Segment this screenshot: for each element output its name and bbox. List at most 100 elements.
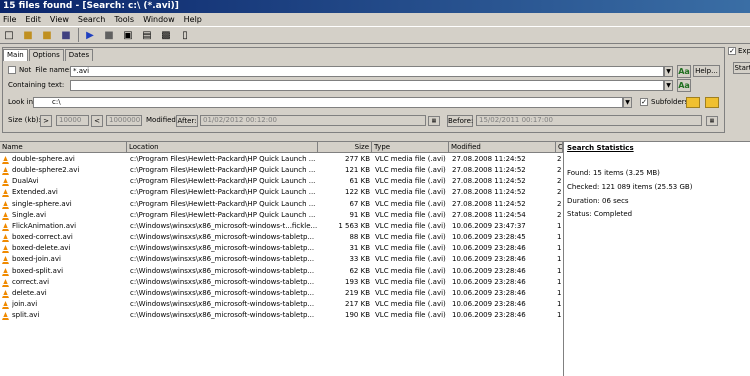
table-row[interactable]: single-sphere.avi c:\Program Files\Hewlet… [0, 199, 563, 210]
table-row[interactable]: DualAvi c:\Program Files\Hewlett-Packard\… [0, 176, 563, 187]
file-modified-cell: 10.06.2009 23:28:45 [452, 233, 526, 242]
file-name-cell: single-sphere.avi [12, 199, 72, 208]
vlc-file-icon [2, 278, 9, 287]
start-search-icon[interactable]: ▶ [83, 28, 97, 42]
file-size-cell: 1 563 KB [338, 221, 370, 230]
add-folder-icon[interactable] [705, 97, 719, 108]
not-checkbox[interactable] [8, 66, 16, 74]
table-row[interactable]: join.avi c:\Windows\winsxs\x86_microsoft-… [0, 299, 563, 310]
file-size-cell: 193 KB [345, 277, 370, 286]
menu-search[interactable]: Search [78, 15, 105, 24]
size-max-operator[interactable]: < [91, 115, 103, 127]
file-name-cell: join.avi [12, 299, 38, 308]
browse-folder-icon[interactable] [686, 97, 700, 108]
containing-text-case-button[interactable]: Aa [677, 79, 691, 92]
properties-icon[interactable]: ▤ [140, 28, 154, 42]
containing-text-input[interactable] [70, 80, 664, 91]
file-location-cell: c:\Windows\winsxs\x86_microsoft-windows-… [130, 288, 315, 297]
open-icon[interactable]: ■ [21, 28, 35, 42]
results-list[interactable]: Name Location Size Type Modified C doubl… [0, 141, 563, 376]
new-search-icon[interactable]: □ [2, 28, 16, 42]
table-row[interactable]: boxed-delete.avi c:\Windows\winsxs\x86_mi… [0, 243, 563, 254]
column-modified[interactable]: Modified [449, 142, 556, 153]
file-name-input[interactable]: *.avi [70, 66, 664, 77]
subfolders-checkbox[interactable]: ✓ [640, 98, 648, 106]
look-in-input[interactable]: c:\ [33, 97, 623, 108]
before-date-input[interactable]: 15/02/2011 00:17:00 [476, 115, 702, 126]
containing-text-dropdown[interactable]: ▼ [664, 80, 673, 91]
file-name-dropdown[interactable]: ▼ [664, 66, 673, 77]
stats-status: Status: Completed [567, 210, 633, 218]
book-icon[interactable]: ▯ [178, 28, 192, 42]
before-button[interactable]: Before: [447, 115, 473, 127]
vlc-file-icon [2, 167, 9, 176]
subfolders-row[interactable]: ✓ Subfolders [640, 98, 688, 106]
file-modified-cell: 10.06.2009 23:28:46 [452, 288, 526, 297]
file-size-cell: 31 KB [349, 244, 370, 253]
file-name-cell: boxed-split.avi [12, 266, 64, 275]
expand-row[interactable]: ✓ Exp [728, 47, 750, 55]
tab-main[interactable]: Main [3, 49, 28, 61]
file-size-cell: 190 KB [345, 311, 370, 320]
file-size-cell: 217 KB [345, 299, 370, 308]
file-modified-cell: 10.06.2009 23:47:37 [452, 221, 526, 230]
look-in-dropdown[interactable]: ▼ [623, 97, 632, 108]
menu-help[interactable]: Help [184, 15, 202, 24]
not-label: Not [19, 66, 32, 74]
size-min-input[interactable]: 10000 [56, 115, 89, 126]
after-date-input[interactable]: 01/02/2012 00:12:00 [200, 115, 426, 126]
save-icon[interactable]: ■ [59, 28, 73, 42]
look-in-label: Look in: [8, 98, 36, 106]
stats-checked: Checked: 121 089 items (25.53 GB) [567, 183, 693, 191]
column-location[interactable]: Location [127, 142, 318, 153]
menu-edit[interactable]: Edit [25, 15, 41, 24]
column-c[interactable]: C [556, 142, 563, 153]
size-min-operator[interactable]: > [40, 115, 52, 127]
menu-tools[interactable]: Tools [114, 15, 134, 24]
table-row[interactable]: double-sphere2.avi c:\Program Files\Hewle… [0, 165, 563, 176]
table-row[interactable]: boxed-join.avi c:\Windows\winsxs\x86_micr… [0, 254, 563, 265]
menu-window[interactable]: Window [143, 15, 175, 24]
file-modified-cell: 10.06.2009 23:28:46 [452, 244, 526, 253]
file-size-cell: 219 KB [345, 288, 370, 297]
start-button[interactable]: Start [733, 62, 750, 74]
table-row[interactable]: split.avi c:\Windows\winsxs\x86_microsoft… [0, 310, 563, 321]
table-row[interactable]: delete.avi c:\Windows\winsxs\x86_microsof… [0, 288, 563, 299]
file-modified-cell: 27.08.2008 11:24:52 [452, 188, 526, 197]
after-button[interactable]: After: [176, 115, 198, 127]
size-max-input[interactable]: 1000000 [106, 115, 142, 126]
table-row[interactable]: correct.avi c:\Windows\winsxs\x86_microso… [0, 277, 563, 288]
file-name-case-button[interactable]: Aa [677, 65, 691, 78]
print-icon[interactable]: ▩ [159, 28, 173, 42]
menu-view[interactable]: View [50, 15, 69, 24]
file-type-cell: VLC media file (.avi) [375, 199, 446, 208]
table-row[interactable]: boxed-correct.avi c:\Windows\winsxs\x86_m… [0, 232, 563, 243]
not-checkbox-row[interactable]: Not File name: [8, 66, 71, 74]
column-type[interactable]: Type [372, 142, 449, 153]
file-size-cell: 62 KB [349, 266, 370, 275]
file-modified-cell: 27.08.2008 11:24:52 [452, 155, 526, 163]
file-type-cell: VLC media file (.avi) [375, 155, 446, 163]
menu-bar: File Edit View Search Tools Window Help [0, 13, 750, 26]
file-size-cell: 88 KB [349, 233, 370, 242]
stop-search-icon[interactable]: ■ [102, 28, 116, 42]
menu-file[interactable]: File [3, 15, 16, 24]
file-modified-cell: 10.06.2009 23:28:46 [452, 266, 526, 275]
tab-options[interactable]: Options [28, 49, 64, 61]
column-size[interactable]: Size [318, 142, 372, 153]
open-folder-icon[interactable]: ■ [40, 28, 54, 42]
table-row[interactable]: Extended.avi c:\Program Files\Hewlett-Pac… [0, 187, 563, 198]
file-size-cell: 91 KB [349, 210, 370, 219]
copy-icon[interactable]: ▣ [121, 28, 135, 42]
table-row[interactable]: FlickAnimation.avi c:\Windows\winsxs\x86_… [0, 221, 563, 232]
column-name[interactable]: Name [0, 142, 127, 153]
help-button[interactable]: Help... [693, 65, 720, 77]
table-row[interactable]: double-sphere.avi c:\Program Files\Hewlet… [0, 154, 563, 165]
subfolders-label: Subfolders [651, 98, 689, 106]
tab-dates[interactable]: Dates [64, 49, 94, 61]
table-row[interactable]: Single.avi c:\Program Files\Hewlett-Packa… [0, 210, 563, 221]
table-row[interactable]: boxed-split.avi c:\Windows\winsxs\x86_mic… [0, 266, 563, 277]
expand-checkbox[interactable]: ✓ [728, 47, 736, 55]
before-calendar-button[interactable]: ▦ [706, 116, 718, 126]
after-calendar-button[interactable]: ▦ [428, 116, 440, 126]
